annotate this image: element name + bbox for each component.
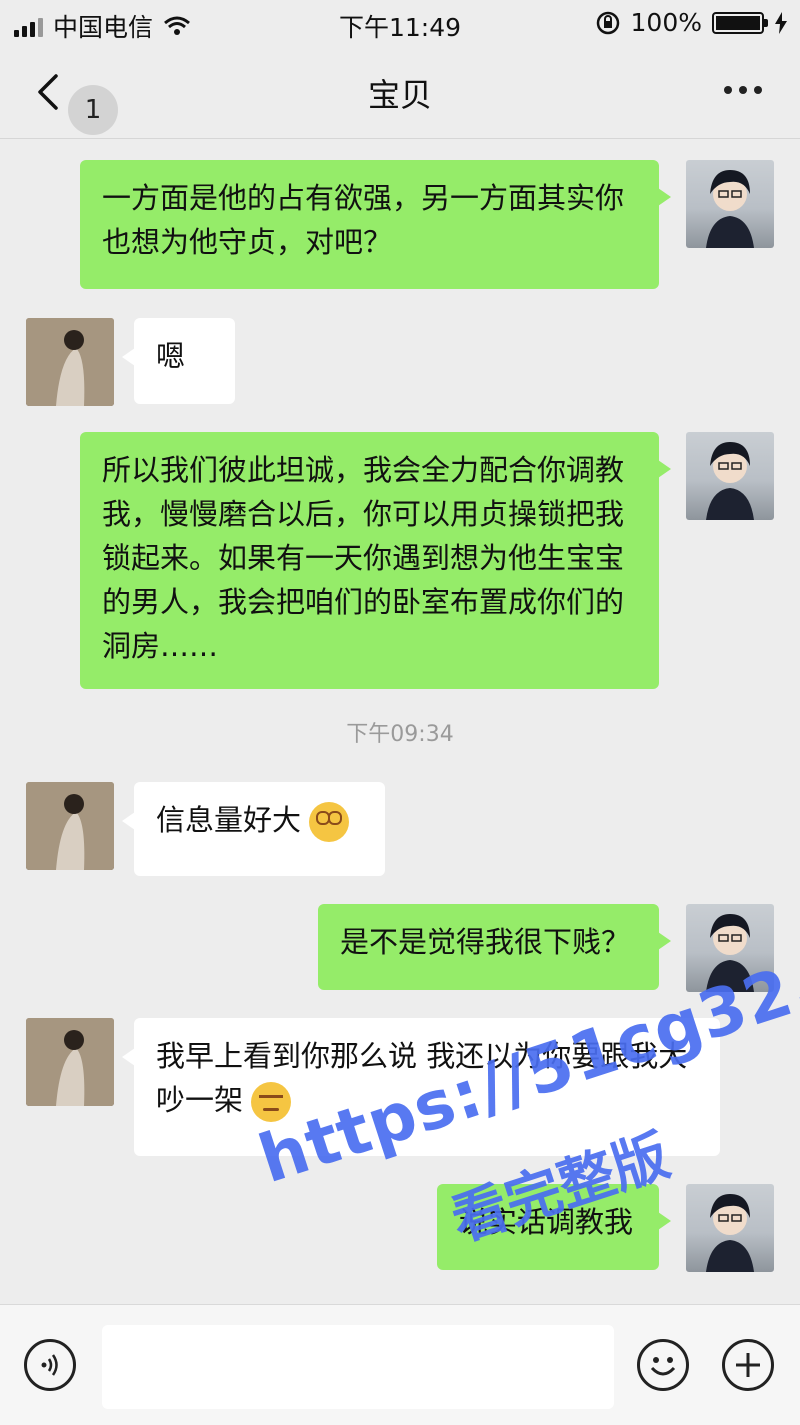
smiley-icon [650, 1357, 676, 1376]
message-bubble-sent[interactable]: 是不是觉得我很下贱？ [318, 904, 671, 990]
my-avatar[interactable] [686, 432, 774, 520]
message-bubble-received[interactable]: 嗯 [122, 318, 235, 404]
input-bar [0, 1304, 800, 1425]
rotation-lock-icon [596, 11, 619, 34]
contact-avatar[interactable] [26, 318, 114, 406]
my-avatar[interactable] [686, 160, 774, 248]
contact-avatar[interactable] [26, 782, 114, 870]
status-bar: 中国电信 下午11:49 100% [0, 0, 800, 46]
message-bubble-received[interactable]: 信息量好大 [122, 782, 385, 876]
charging-icon [775, 11, 787, 34]
plus-icon [736, 1353, 760, 1377]
chat-header: 1 宝贝 [0, 46, 800, 139]
my-avatar[interactable] [686, 1184, 774, 1272]
message-bubble-sent[interactable]: 所以我们彼此坦诚，我会全力配合你调教我，慢慢磨合以后，你可以用贞操锁把我锁起来。… [80, 432, 671, 689]
message-input[interactable] [102, 1325, 614, 1409]
message-timestamp: 下午09:34 [346, 722, 454, 747]
emoji-button[interactable] [637, 1339, 689, 1391]
battery-percent: 100% [630, 8, 702, 37]
voice-input-button[interactable] [24, 1339, 76, 1391]
more-options-icon[interactable] [724, 86, 762, 94]
more-functions-button[interactable] [722, 1339, 774, 1391]
chat-title: 宝贝 [367, 76, 432, 114]
dizzy-face-icon [309, 802, 350, 842]
voice-icon [41, 1354, 58, 1376]
battery-icon [712, 11, 768, 34]
message-bubble-sent[interactable]: 一方面是他的占有欲强，另一方面其实你也想为他守贞，对吧？ [80, 160, 671, 289]
contact-avatar[interactable] [26, 1018, 114, 1106]
